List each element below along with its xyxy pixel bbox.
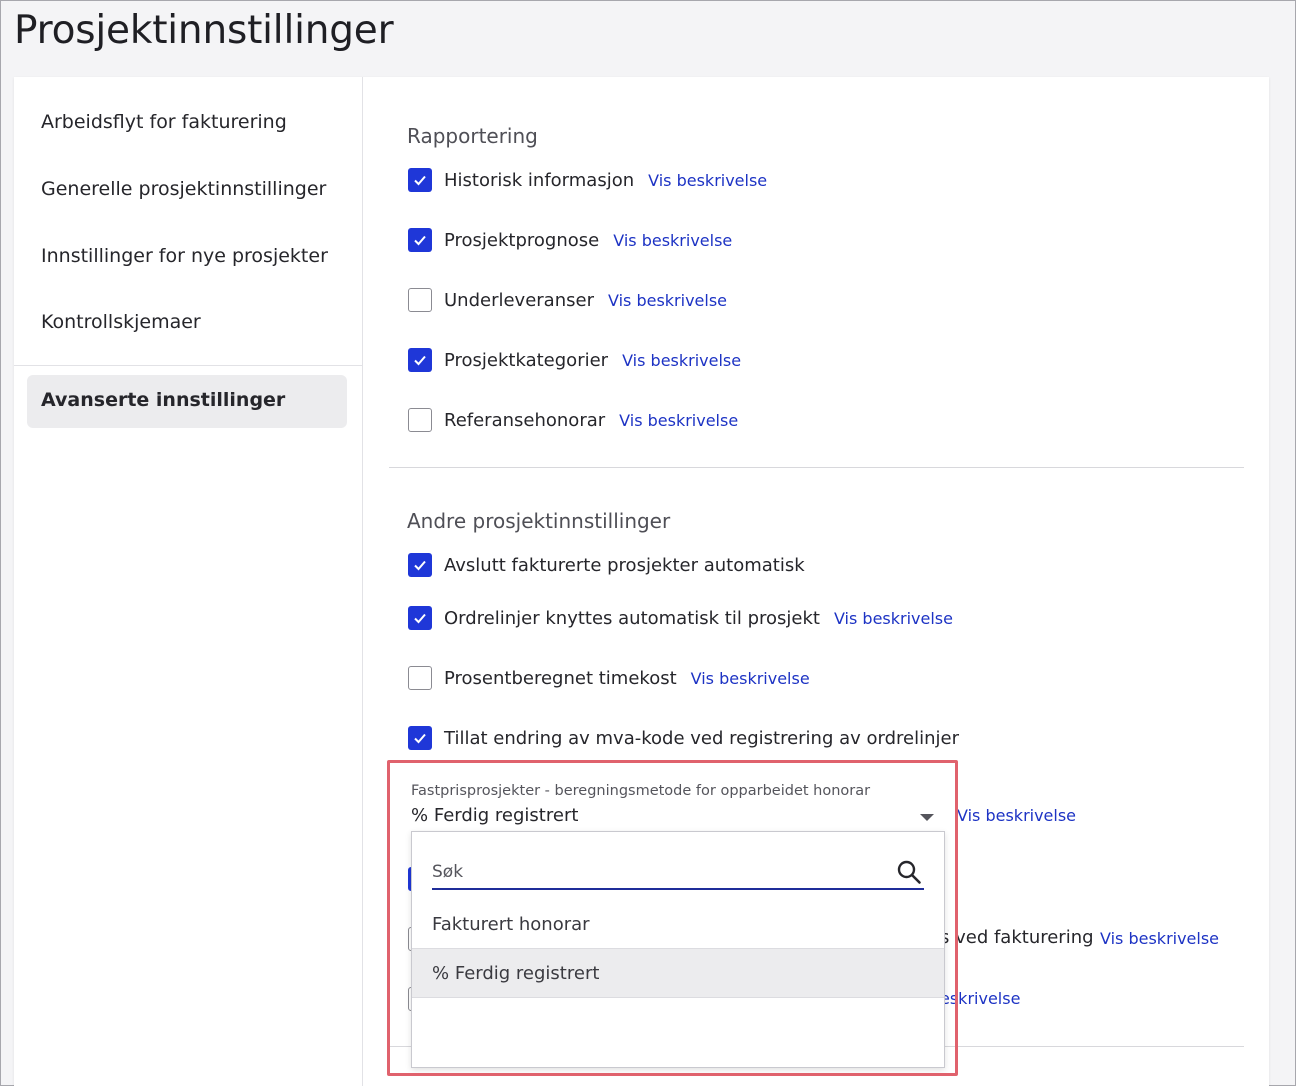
setting-label: Historisk informasjon — [444, 169, 635, 191]
sidebar-item-label: Avanserte innstillinger — [41, 389, 286, 411]
section-title-other-settings: Andre prosjektinnstillinger — [407, 509, 671, 533]
show-description-link[interactable]: Vis beskrivelse — [957, 806, 1076, 825]
highlight-box — [387, 760, 958, 1076]
setting-label: Avslutt fakturerte prosjekter automatisk — [444, 554, 805, 576]
setting-row-auto-close: Avslutt fakturerte prosjekter automatisk — [408, 552, 805, 578]
setting-label: Underleveranser — [444, 289, 594, 311]
sidebar-divider — [14, 365, 362, 366]
check-icon — [414, 235, 426, 246]
setting-row-subcontracts: Underleveranser Vis beskrivelse — [408, 287, 727, 313]
sidebar-item-control-forms[interactable]: Kontrollskjemaer — [41, 311, 201, 333]
checkbox-project-forecast[interactable] — [408, 228, 432, 252]
sidebar: Arbeidsflyt for fakturering Generelle pr… — [14, 77, 363, 1086]
setting-row-historical-info: Historisk informasjon Vis beskrivelse — [408, 167, 767, 193]
checkbox-auto-close[interactable] — [408, 553, 432, 577]
setting-label: Ordrelinjer knyttes automatisk til prosj… — [444, 607, 820, 629]
show-description-link[interactable]: Vis beskrivelse — [608, 291, 727, 310]
setting-row-project-forecast: Prosjektprognose Vis beskrivelse — [408, 227, 732, 253]
show-description-link[interactable]: Vis beskrivelse — [691, 669, 810, 688]
check-icon — [414, 613, 426, 624]
setting-label: Tillat endring av mva-kode ved registrer… — [444, 727, 959, 749]
setting-label: Prosentberegnet timekost — [444, 667, 677, 689]
checkbox-historical-info[interactable] — [408, 168, 432, 192]
settings-panel: Arbeidsflyt for fakturering Generelle pr… — [14, 77, 1269, 1086]
show-description-link[interactable]: Vis beskrivelse — [834, 609, 953, 628]
show-description-link[interactable]: Vis beskrivelse — [648, 171, 767, 190]
show-description-link[interactable]: Vis beskrivelse — [1100, 929, 1219, 948]
checkbox-vat-code[interactable] — [408, 726, 432, 750]
setting-row-reference-fee: Referansehonorar Vis beskrivelse — [408, 407, 738, 433]
checkbox-order-lines[interactable] — [408, 606, 432, 630]
sidebar-item-billing-workflow[interactable]: Arbeidsflyt for fakturering — [41, 111, 287, 133]
show-description-link[interactable]: Vis beskrivelse — [613, 231, 732, 250]
checkbox-subcontracts[interactable] — [408, 288, 432, 312]
check-icon — [414, 355, 426, 366]
setting-label-partial: s ved fakturering — [940, 927, 1094, 948]
check-icon — [414, 733, 426, 744]
setting-label: Referansehonorar — [444, 409, 606, 431]
setting-label: Prosjektprognose — [444, 229, 600, 251]
sidebar-item-general-settings[interactable]: Generelle prosjektinnstillinger — [41, 178, 326, 200]
page-title: Prosjektinnstillinger — [14, 8, 394, 53]
checkbox-reference-fee[interactable] — [408, 408, 432, 432]
setting-label: Prosjektkategorier — [444, 349, 609, 371]
section-title-reporting: Rapportering — [407, 124, 538, 148]
sidebar-item-advanced-settings[interactable]: Avanserte innstillinger — [27, 375, 347, 428]
checkbox-project-categories[interactable] — [408, 348, 432, 372]
setting-row-percent-hour-cost: Prosentberegnet timekost Vis beskrivelse — [408, 665, 810, 691]
section-divider — [389, 467, 1244, 468]
show-description-link[interactable]: Vis beskrivelse — [622, 351, 741, 370]
checkbox-percent-hour-cost[interactable] — [408, 666, 432, 690]
setting-row-order-lines: Ordrelinjer knyttes automatisk til prosj… — [408, 605, 953, 631]
setting-row-project-categories: Prosjektkategorier Vis beskrivelse — [408, 347, 741, 373]
setting-row-vat-code: Tillat endring av mva-kode ved registrer… — [408, 725, 959, 751]
show-description-link[interactable]: Vis beskrivelse — [619, 411, 738, 430]
check-icon — [414, 560, 426, 571]
sidebar-item-new-project-settings[interactable]: Innstillinger for nye prosjekter — [41, 245, 328, 267]
check-icon — [414, 175, 426, 186]
